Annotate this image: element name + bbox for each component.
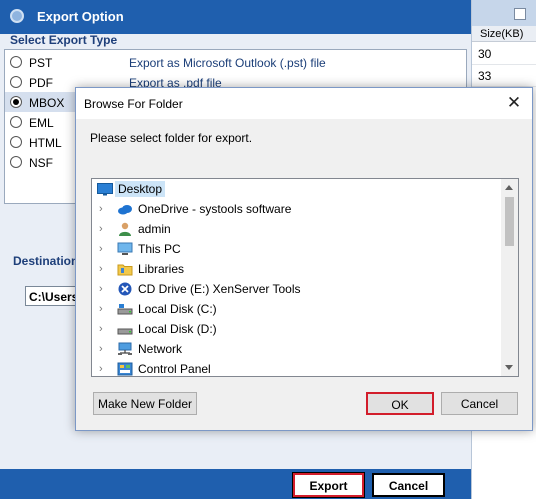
size-cell: 30 [472, 43, 536, 65]
tree-item-cd-drive[interactable]: › CD Drive (E:) XenServer Tools [92, 279, 502, 299]
chevron-right-icon[interactable]: › [99, 283, 109, 295]
tree-item-label: Desktop [115, 181, 166, 197]
dialog-title-bar: Browse For Folder ✕ [76, 88, 532, 119]
dialog-cancel-button[interactable]: Cancel [441, 392, 518, 415]
chevron-right-icon[interactable]: › [99, 363, 109, 375]
tree-item-label: Control Panel [138, 362, 211, 376]
chevron-right-icon[interactable]: › [99, 223, 109, 235]
scroll-down-icon[interactable] [505, 365, 513, 370]
scroll-up-icon[interactable] [505, 185, 513, 190]
tree-item-label: CD Drive (E:) XenServer Tools [138, 282, 301, 296]
cancel-button[interactable]: Cancel [372, 473, 445, 497]
chevron-right-icon[interactable]: › [99, 203, 109, 215]
tree-item-libraries[interactable]: › Libraries [92, 259, 502, 279]
tree-item-onedrive[interactable]: › OneDrive - systools software [92, 199, 502, 219]
tree-item-network[interactable]: › Network [92, 339, 502, 359]
desktop-icon [97, 182, 113, 196]
size-cell: 33 [472, 65, 536, 87]
radio-button[interactable] [10, 116, 22, 128]
ok-button[interactable]: OK [366, 392, 434, 415]
tree-item-label: Network [138, 342, 183, 356]
radio-button[interactable] [10, 56, 22, 68]
scrollbar-thumb[interactable] [505, 197, 514, 246]
export-type-label: Select Export Type [10, 33, 118, 47]
tree-scrollbar[interactable] [501, 179, 518, 376]
document-tab-icon[interactable] [514, 8, 526, 20]
disk-icon [117, 322, 133, 336]
tree-item-label: Libraries [138, 262, 185, 276]
disk-icon [117, 302, 133, 316]
dialog-title: Browse For Folder [84, 97, 183, 111]
tree-item-label: OneDrive - systools software [138, 202, 292, 216]
export-type-name: HTML [29, 136, 62, 150]
window-title-bar: Export Option [0, 0, 471, 34]
tree-item-local-disk-c[interactable]: › Local Disk (C:) [92, 299, 502, 319]
app-logo-icon [10, 9, 24, 23]
radio-button[interactable] [10, 156, 22, 168]
export-type-name: PDF [29, 76, 53, 90]
export-type-name: MBOX [29, 96, 65, 110]
folder-tree: Desktop › OneDrive - systools software ›… [91, 178, 519, 377]
export-type-description: Export as Microsoft Outlook (.pst) file [129, 56, 326, 70]
tree-item-label: Local Disk (C:) [138, 302, 217, 316]
radio-button[interactable] [10, 136, 22, 148]
cd-drive-icon [117, 282, 133, 296]
browse-for-folder-dialog: Browse For Folder ✕ Please select folder… [75, 87, 533, 431]
export-type-name: PST [29, 56, 53, 70]
tree-item-desktop[interactable]: Desktop [92, 179, 502, 199]
computer-icon [117, 242, 133, 256]
export-button[interactable]: Export [292, 472, 365, 498]
tree-item-this-pc[interactable]: › This PC [92, 239, 502, 259]
cloud-icon [117, 202, 133, 216]
tree-item-label: Local Disk (D:) [138, 322, 217, 336]
dialog-prompt: Please select folder for export. [90, 131, 253, 145]
chevron-right-icon[interactable]: › [99, 303, 109, 315]
tree-item-label: This PC [138, 242, 181, 256]
panel-tab-strip [472, 0, 536, 26]
size-column-header[interactable]: Size(KB) [472, 26, 536, 42]
chevron-right-icon[interactable]: › [99, 323, 109, 335]
close-icon[interactable]: ✕ [506, 94, 522, 112]
user-icon [117, 222, 133, 236]
control-panel-icon [117, 362, 133, 376]
chevron-right-icon[interactable]: › [99, 263, 109, 275]
radio-button-checked[interactable] [10, 96, 22, 108]
make-new-folder-button[interactable]: Make New Folder [93, 392, 197, 415]
chevron-right-icon[interactable]: › [99, 243, 109, 255]
network-icon [117, 342, 133, 356]
tree-item-admin[interactable]: › admin [92, 219, 502, 239]
tree-item-local-disk-d[interactable]: › Local Disk (D:) [92, 319, 502, 339]
window-title: Export Option [37, 9, 124, 24]
chevron-right-icon[interactable]: › [99, 343, 109, 355]
radio-button[interactable] [10, 76, 22, 88]
export-type-pst[interactable]: PST Export as Microsoft Outlook (.pst) f… [5, 52, 466, 72]
export-type-name: NSF [29, 156, 53, 170]
tree-item-label: admin [138, 222, 171, 236]
tree-item-control-panel[interactable]: › Control Panel [92, 359, 502, 379]
destination-label: Destination [13, 254, 79, 268]
folder-icon [117, 262, 133, 276]
export-type-name: EML [29, 116, 54, 130]
